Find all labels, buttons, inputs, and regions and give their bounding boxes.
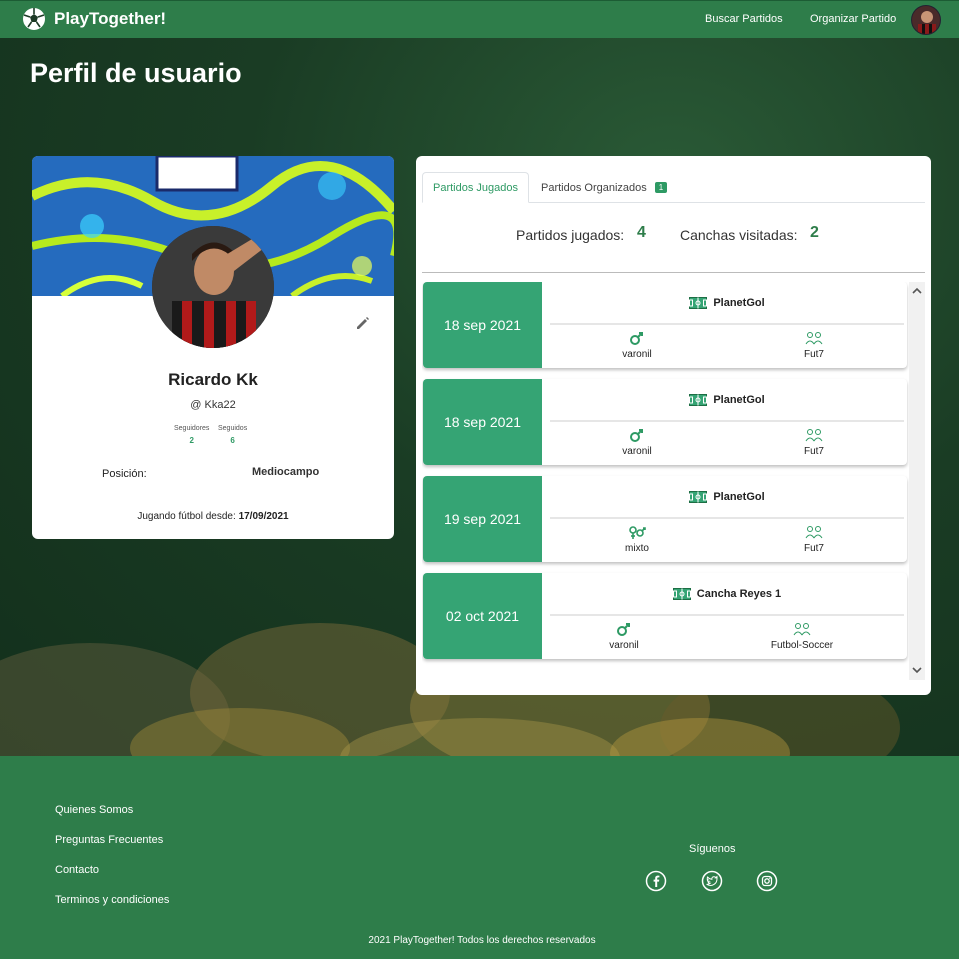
match-date: 19 sep 2021 bbox=[423, 476, 542, 562]
venues-count-label: Canchas visitadas: bbox=[680, 227, 798, 243]
followers-stat[interactable]: Seguidores 2 bbox=[174, 425, 209, 445]
scroll-thumb[interactable] bbox=[912, 300, 922, 660]
brand[interactable]: PlayTogether! bbox=[22, 7, 166, 31]
hero-background: Perfil de usuario Ricardo Kk @ Kka22 Seg… bbox=[0, 38, 959, 756]
follow-us-label: Síguenos bbox=[689, 843, 736, 855]
twitter-icon[interactable] bbox=[701, 870, 723, 892]
scroll-up-icon[interactable] bbox=[912, 286, 922, 296]
match-card[interactable]: 02 oct 2021 Cancha Reyes 1 varonil Futbo… bbox=[423, 573, 907, 659]
played-count-label: Partidos jugados: bbox=[516, 227, 625, 243]
matches-scrollbar[interactable] bbox=[909, 282, 925, 680]
matches-panel: Partidos Jugados Partidos Organizados 1 … bbox=[416, 156, 931, 695]
match-gender: mixto bbox=[577, 524, 697, 554]
venue-name: PlanetGol bbox=[713, 490, 765, 503]
match-format: Fut7 bbox=[754, 427, 874, 457]
playing-since-label: Jugando fútbol desde: bbox=[137, 511, 236, 522]
venue-name: PlanetGol bbox=[713, 393, 765, 406]
tab-organized-matches[interactable]: Partidos Organizados 1 bbox=[541, 172, 668, 203]
format-label: Fut7 bbox=[803, 349, 824, 360]
footer-link-contact[interactable]: Contacto bbox=[55, 864, 99, 876]
footer: Quienes Somos Preguntas Frecuentes Conta… bbox=[0, 756, 959, 959]
match-venue: PlanetGol bbox=[550, 379, 904, 422]
team-players-icon bbox=[805, 332, 823, 345]
match-gender: varonil bbox=[564, 621, 684, 651]
format-label: Futbol-Soccer bbox=[770, 640, 834, 651]
instagram-icon[interactable] bbox=[756, 870, 778, 892]
followers-count: 2 bbox=[189, 436, 194, 445]
nav-search-matches[interactable]: Buscar Partidos bbox=[705, 13, 783, 25]
team-players-icon bbox=[805, 429, 823, 442]
scroll-down-icon[interactable] bbox=[912, 665, 922, 675]
footer-link-faq[interactable]: Preguntas Frecuentes bbox=[55, 834, 163, 846]
soccer-field-icon bbox=[689, 393, 708, 406]
venues-count-value: 2 bbox=[810, 224, 819, 241]
following-stat[interactable]: Seguidos 6 bbox=[218, 425, 247, 445]
match-date: 02 oct 2021 bbox=[423, 573, 542, 659]
organized-count-badge: 1 bbox=[654, 182, 668, 193]
footer-link-about[interactable]: Quienes Somos bbox=[55, 804, 133, 816]
matches-tabs: Partidos Jugados Partidos Organizados 1 bbox=[422, 172, 925, 203]
match-venue: PlanetGol bbox=[550, 476, 904, 519]
match-card[interactable]: 18 sep 2021 PlanetGol varonil Fut7 bbox=[423, 379, 907, 465]
gender-label: varonil bbox=[622, 446, 652, 457]
soccer-field-icon bbox=[672, 587, 691, 600]
gender-label: mixto bbox=[625, 543, 649, 554]
tab-organized-label: Partidos Organizados bbox=[541, 181, 647, 194]
match-format: Futbol-Soccer bbox=[742, 621, 862, 651]
match-gender: varonil bbox=[577, 330, 697, 360]
match-format: Fut7 bbox=[754, 524, 874, 554]
nav-organize-match[interactable]: Organizar Partido bbox=[810, 13, 896, 25]
profile-handle: @ Kka22 bbox=[190, 399, 236, 411]
edit-profile-icon[interactable] bbox=[355, 315, 371, 331]
match-card[interactable]: 18 sep 2021 PlanetGol varonil Fut7 bbox=[423, 282, 907, 368]
male-gender-icon bbox=[617, 623, 630, 636]
top-navbar: PlayTogether! Buscar Partidos Organizar … bbox=[0, 0, 959, 38]
page-title: Perfil de usuario bbox=[30, 58, 242, 88]
male-gender-icon bbox=[630, 429, 643, 442]
soccer-field-icon bbox=[689, 490, 708, 503]
gender-label: varonil bbox=[609, 640, 639, 651]
matches-summary: Partidos jugados: 4 Canchas visitadas: 2 bbox=[422, 203, 925, 273]
tab-played-label: Partidos Jugados bbox=[433, 181, 518, 194]
team-players-icon bbox=[805, 526, 823, 539]
profile-avatar bbox=[152, 226, 274, 348]
followers-label: Seguidores bbox=[174, 425, 210, 432]
facebook-icon[interactable] bbox=[645, 870, 667, 892]
team-players-icon bbox=[793, 623, 811, 636]
user-avatar[interactable] bbox=[911, 5, 941, 35]
male-gender-icon bbox=[630, 332, 643, 345]
tab-played-matches[interactable]: Partidos Jugados bbox=[422, 172, 529, 203]
match-gender: varonil bbox=[577, 427, 697, 457]
position-value: Mediocampo bbox=[252, 466, 320, 478]
soccer-field-icon bbox=[689, 296, 708, 309]
playing-since-date: 17/09/2021 bbox=[238, 511, 289, 522]
match-format: Fut7 bbox=[754, 330, 874, 360]
match-card[interactable]: 19 sep 2021 PlanetGol mixto Fut7 bbox=[423, 476, 907, 562]
format-label: Fut7 bbox=[803, 446, 824, 457]
footer-link-terms[interactable]: Terminos y condiciones bbox=[55, 894, 169, 906]
match-venue: PlanetGol bbox=[550, 282, 904, 325]
soccer-ball-logo-icon bbox=[23, 8, 45, 30]
profile-card: Ricardo Kk @ Kka22 Seguidores 2 Seguidos… bbox=[32, 156, 394, 539]
match-date: 18 sep 2021 bbox=[423, 379, 542, 465]
format-label: Fut7 bbox=[803, 543, 824, 554]
venue-name: PlanetGol bbox=[713, 296, 765, 309]
played-count-value: 4 bbox=[637, 224, 646, 241]
gender-label: varonil bbox=[622, 349, 652, 360]
copyright: 2021 PlayTogether! Todos los derechos re… bbox=[368, 935, 596, 946]
matches-list: 18 sep 2021 PlanetGol varonil Fut7 18 se… bbox=[422, 282, 925, 680]
playing-since: Jugando fútbol desde: 17/09/2021 bbox=[32, 511, 394, 522]
position-label: Posición: bbox=[102, 468, 147, 480]
mixed-gender-icon bbox=[629, 526, 646, 539]
brand-name: PlayTogether! bbox=[54, 9, 167, 28]
match-venue: Cancha Reyes 1 bbox=[550, 573, 904, 616]
match-date: 18 sep 2021 bbox=[423, 282, 542, 368]
venue-name: Cancha Reyes 1 bbox=[696, 587, 782, 600]
profile-name: Ricardo Kk bbox=[168, 370, 258, 389]
following-label: Seguidos bbox=[218, 425, 248, 432]
following-count: 6 bbox=[230, 436, 235, 445]
